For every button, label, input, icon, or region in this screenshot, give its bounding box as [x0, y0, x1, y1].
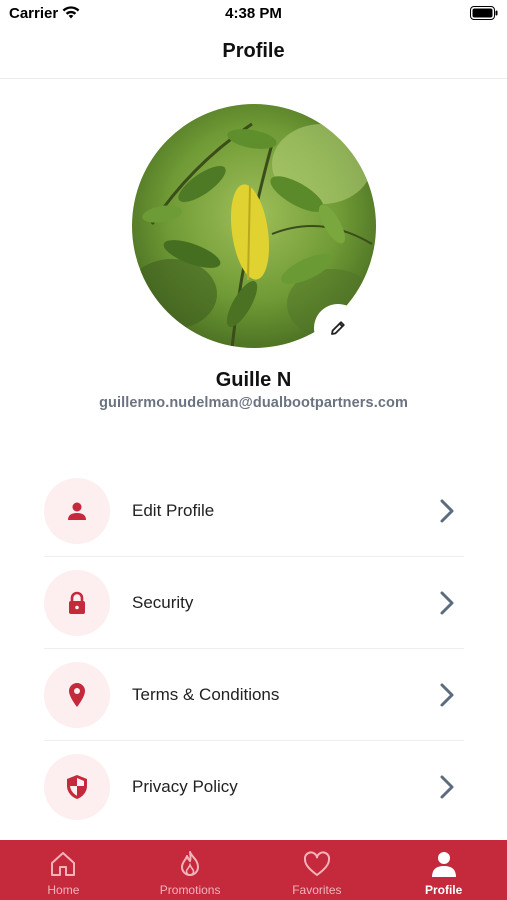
menu-item-label: Privacy Policy [132, 777, 238, 796]
menu-item-label: Terms & Conditions [132, 684, 280, 704]
shield-icon [44, 754, 110, 820]
lock-icon [44, 569, 110, 636]
page-title: Profile [222, 40, 285, 62]
heart-icon [302, 849, 332, 879]
user-name: Guille N [215, 369, 292, 391]
menu-item-edit-profile[interactable]: Edit Profile [44, 465, 464, 557]
person-icon [44, 477, 110, 544]
status-bar: Carrier 4:38 PM [0, 0, 507, 28]
battery-icon [470, 6, 498, 20]
chevron-right-icon [440, 591, 454, 614]
home-icon [48, 849, 78, 879]
user-email: guillermo.nudelman@dualbootpartners.com [99, 395, 408, 411]
tab-label: Profile [424, 883, 463, 897]
menu-item-terms[interactable]: Terms & Conditions [44, 649, 464, 741]
tab-bar: Home Promotions Favorites Profile [0, 840, 507, 900]
tab-profile[interactable]: Profile [380, 840, 507, 900]
tab-promotions[interactable]: Promotions [127, 840, 254, 900]
location-pin-icon [44, 661, 110, 728]
flame-icon [175, 849, 205, 879]
chevron-right-icon [440, 775, 454, 799]
tab-favorites[interactable]: Favorites [254, 840, 381, 900]
profile-icon [429, 849, 459, 879]
menu-item-label: Security [132, 592, 194, 612]
profile-menu: Edit Profile Security Terms & Conditions [44, 465, 464, 833]
status-time: 4:38 PM [225, 5, 282, 22]
chevron-right-icon [440, 683, 454, 706]
tab-home[interactable]: Home [0, 840, 127, 900]
menu-item-privacy-policy[interactable]: Privacy Policy [44, 741, 464, 833]
avatar-container [132, 104, 376, 352]
tab-label: Home [47, 883, 80, 897]
edit-avatar-button[interactable] [314, 304, 362, 352]
menu-item-label: Edit Profile [132, 500, 215, 520]
chevron-right-icon [440, 499, 454, 522]
tab-label: Favorites [292, 883, 342, 897]
pencil-icon [331, 321, 345, 335]
tab-label: Promotions [159, 883, 221, 897]
header-divider [0, 78, 507, 79]
menu-item-security[interactable]: Security [44, 557, 464, 649]
